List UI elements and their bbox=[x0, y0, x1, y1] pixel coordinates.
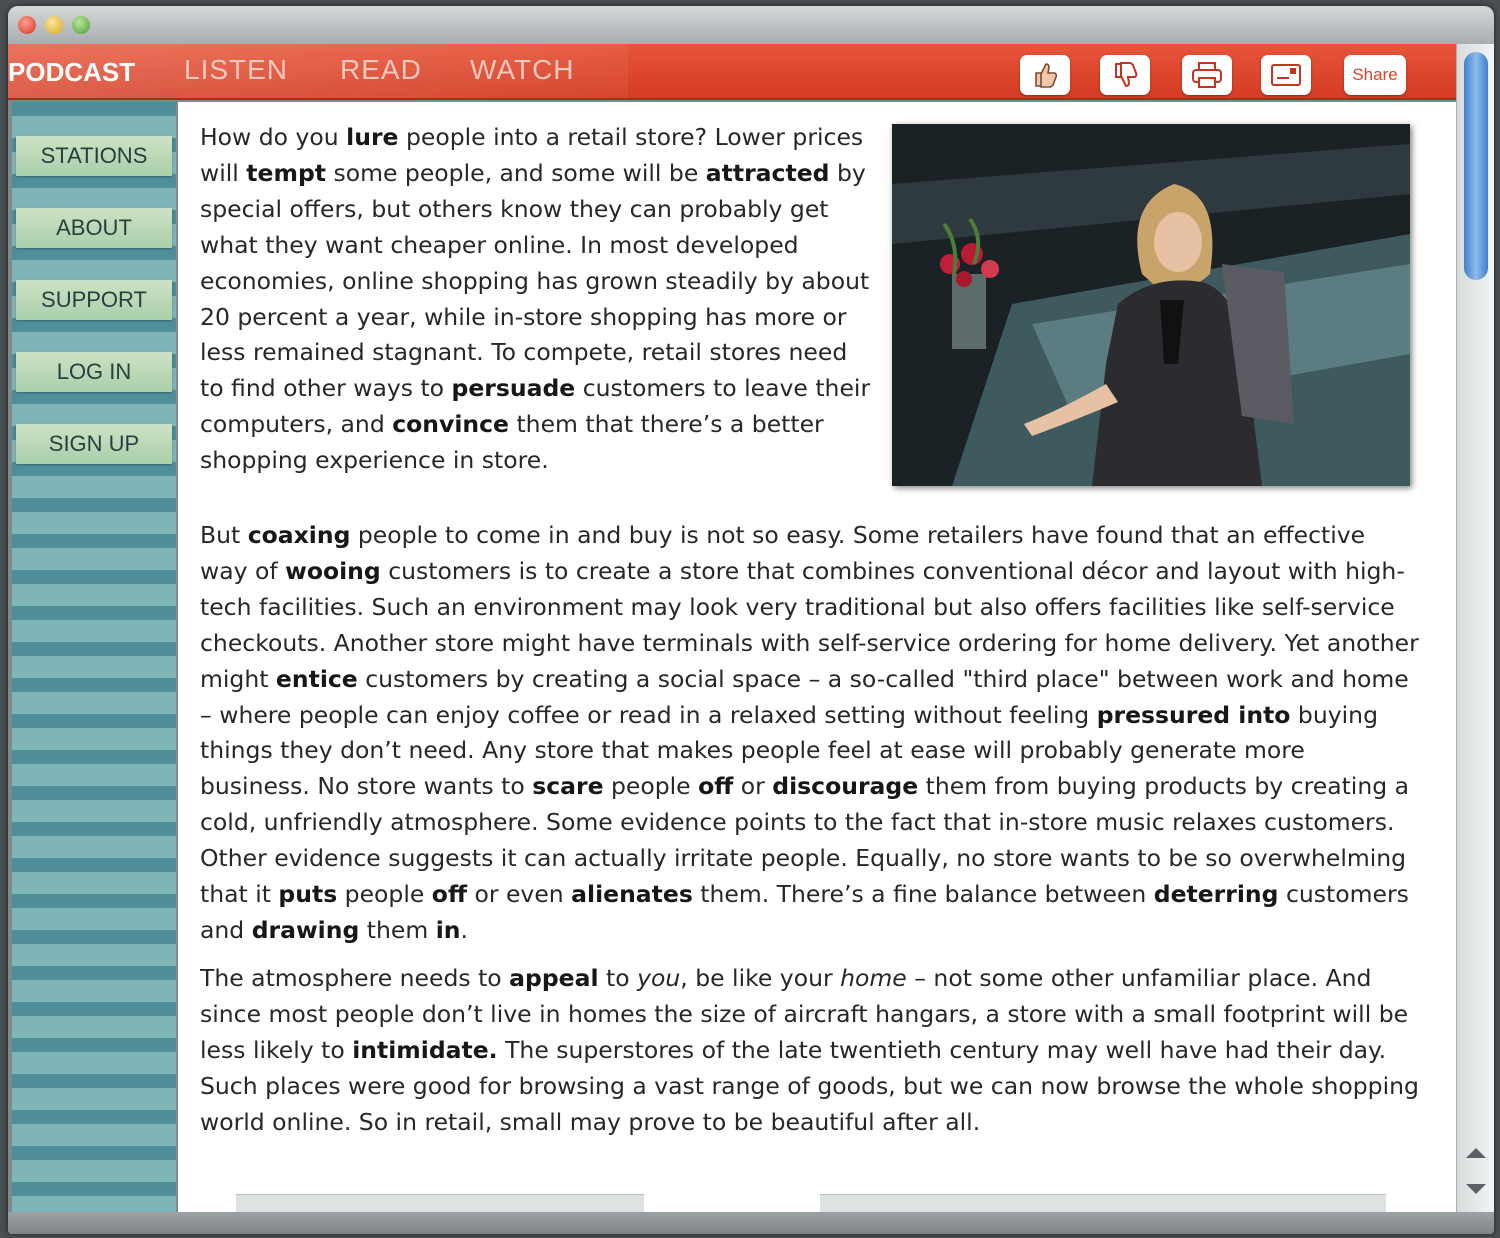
body-text: . bbox=[460, 915, 468, 944]
print-button[interactable] bbox=[1182, 55, 1232, 95]
sidebar: STATIONS ABOUT SUPPORT LOG IN SIGN UP bbox=[12, 102, 176, 1212]
top-nav-bar: PODCAST LISTEN READ WATCH Share bbox=[8, 44, 1456, 100]
sidebar-item-about[interactable]: ABOUT bbox=[16, 208, 172, 248]
nav-listen-link[interactable]: LISTEN bbox=[184, 54, 288, 86]
like-button[interactable] bbox=[1020, 55, 1070, 95]
article-paragraph-2: But coaxing people to come in and buy is… bbox=[200, 518, 1420, 949]
share-button[interactable]: Share bbox=[1344, 55, 1406, 95]
vocab-keyword: attracted bbox=[705, 158, 830, 187]
thumbs-up-icon bbox=[1035, 63, 1058, 88]
dislike-button[interactable] bbox=[1100, 55, 1150, 95]
body-text: to bbox=[598, 963, 638, 992]
body-text: , be like your bbox=[680, 963, 841, 992]
body-text: by special offers, but others know they … bbox=[200, 158, 870, 403]
title-bar bbox=[8, 6, 1494, 44]
email-icon bbox=[1271, 64, 1301, 86]
minimize-window-button[interactable] bbox=[45, 16, 63, 34]
sidebar-item-stations[interactable]: STATIONS bbox=[16, 136, 172, 176]
vocab-keyword: wooing bbox=[285, 556, 381, 585]
vocab-keyword: tempt bbox=[246, 158, 326, 187]
body-text: people bbox=[337, 880, 432, 909]
vocab-keyword: intimidate. bbox=[352, 1035, 498, 1064]
scroll-up-arrow-icon[interactable] bbox=[1466, 1148, 1486, 1158]
vocab-keyword: convince bbox=[392, 410, 509, 439]
body-text: The atmosphere needs to bbox=[200, 963, 510, 992]
nav-read-link[interactable]: READ bbox=[340, 54, 422, 86]
vocab-keyword: entice bbox=[275, 664, 358, 693]
vocab-keyword: appeal bbox=[509, 963, 599, 992]
article-text: How do you lure people into a retail sto… bbox=[200, 120, 1420, 1140]
vocab-keyword: off bbox=[431, 880, 467, 909]
nav-podcast-logo[interactable]: PODCAST bbox=[8, 57, 135, 88]
printer-icon bbox=[1192, 62, 1222, 88]
zoom-window-button[interactable] bbox=[72, 16, 90, 34]
body-text: or bbox=[733, 772, 773, 801]
status-bar bbox=[8, 1212, 1494, 1234]
vertical-scrollbar[interactable] bbox=[1456, 44, 1494, 1212]
article-paragraph-3: The atmosphere needs to appeal to you, b… bbox=[200, 961, 1420, 1141]
vocab-keyword: off bbox=[698, 772, 734, 801]
body-text: some people, and some will be bbox=[326, 158, 706, 187]
article-content: How do you lure people into a retail sto… bbox=[178, 102, 1456, 1212]
body-text: them. There’s a fine balance between bbox=[692, 880, 1154, 909]
vocab-keyword: in bbox=[435, 915, 461, 944]
body-text: How do you bbox=[200, 123, 347, 151]
body-text: people bbox=[603, 772, 699, 801]
body-text: them bbox=[359, 915, 436, 944]
bottom-tab-left bbox=[236, 1194, 644, 1212]
emphasis-text: you bbox=[637, 963, 681, 992]
vocab-keyword: alienates bbox=[571, 880, 693, 909]
article-paragraph-1: How do you lure people into a retail sto… bbox=[200, 120, 876, 506]
nav-watch-link[interactable]: WATCH bbox=[470, 54, 575, 86]
vocab-keyword: coaxing bbox=[247, 521, 351, 549]
vocab-keyword: lure bbox=[346, 123, 399, 151]
vocab-keyword: scare bbox=[532, 772, 604, 801]
vocab-keyword: deterring bbox=[1153, 880, 1279, 909]
body-text: But bbox=[200, 521, 248, 549]
scrollbar-thumb[interactable] bbox=[1464, 52, 1488, 280]
vocab-keyword: persuade bbox=[451, 374, 576, 403]
vocab-keyword: puts bbox=[278, 880, 338, 909]
vocab-keyword: drawing bbox=[251, 915, 360, 944]
body-text: or even bbox=[466, 880, 572, 909]
close-window-button[interactable] bbox=[18, 16, 36, 34]
vocab-keyword: discourage bbox=[772, 772, 919, 801]
emphasis-text: home bbox=[840, 963, 907, 992]
sidebar-item-sign-up[interactable]: SIGN UP bbox=[16, 424, 172, 464]
thumbs-down-icon bbox=[1115, 62, 1138, 88]
bottom-tab-right bbox=[820, 1194, 1386, 1212]
sidebar-item-support[interactable]: SUPPORT bbox=[16, 280, 172, 320]
sidebar-item-log-in[interactable]: LOG IN bbox=[16, 352, 172, 392]
vocab-keyword: pressured into bbox=[1096, 700, 1291, 729]
browser-window: PODCAST LISTEN READ WATCH Share STATIONS… bbox=[8, 6, 1494, 1234]
email-button[interactable] bbox=[1261, 55, 1311, 95]
scroll-down-arrow-icon[interactable] bbox=[1466, 1184, 1486, 1194]
